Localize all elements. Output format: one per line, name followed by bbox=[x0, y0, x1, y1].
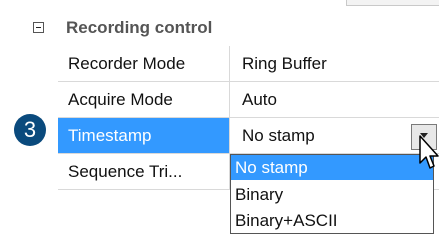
mouse-pointer-icon bbox=[419, 135, 439, 169]
property-row-acquire-mode[interactable]: Acquire Mode Auto bbox=[58, 82, 439, 118]
dropdown-option-binary-ascii[interactable]: Binary+ASCII bbox=[231, 208, 433, 233]
property-name: Timestamp bbox=[58, 118, 230, 153]
timestamp-dropdown-list[interactable]: No stamp Binary Binary+ASCII bbox=[230, 154, 434, 234]
group-header-recording-control[interactable]: Recording control bbox=[30, 10, 439, 46]
property-name: Sequence Tri... bbox=[58, 154, 230, 189]
step-number-badge: 3 bbox=[14, 114, 46, 146]
property-name: Acquire Mode bbox=[58, 82, 230, 117]
collapse-minus-icon[interactable] bbox=[33, 22, 44, 33]
property-name: Recorder Mode bbox=[58, 46, 230, 81]
property-value[interactable]: Auto bbox=[230, 82, 439, 117]
dropdown-option-binary[interactable]: Binary bbox=[231, 182, 433, 207]
panel-edge bbox=[346, 0, 439, 6]
property-row-timestamp[interactable]: Timestamp No stamp bbox=[58, 118, 439, 154]
group-title: Recording control bbox=[66, 18, 213, 37]
property-row-recorder-mode[interactable]: Recorder Mode Ring Buffer bbox=[58, 46, 439, 82]
property-value[interactable]: Ring Buffer bbox=[230, 46, 439, 81]
timestamp-combobox[interactable]: No stamp bbox=[230, 120, 439, 151]
dropdown-option-no-stamp[interactable]: No stamp bbox=[231, 155, 433, 180]
combobox-value: No stamp bbox=[242, 126, 315, 145]
